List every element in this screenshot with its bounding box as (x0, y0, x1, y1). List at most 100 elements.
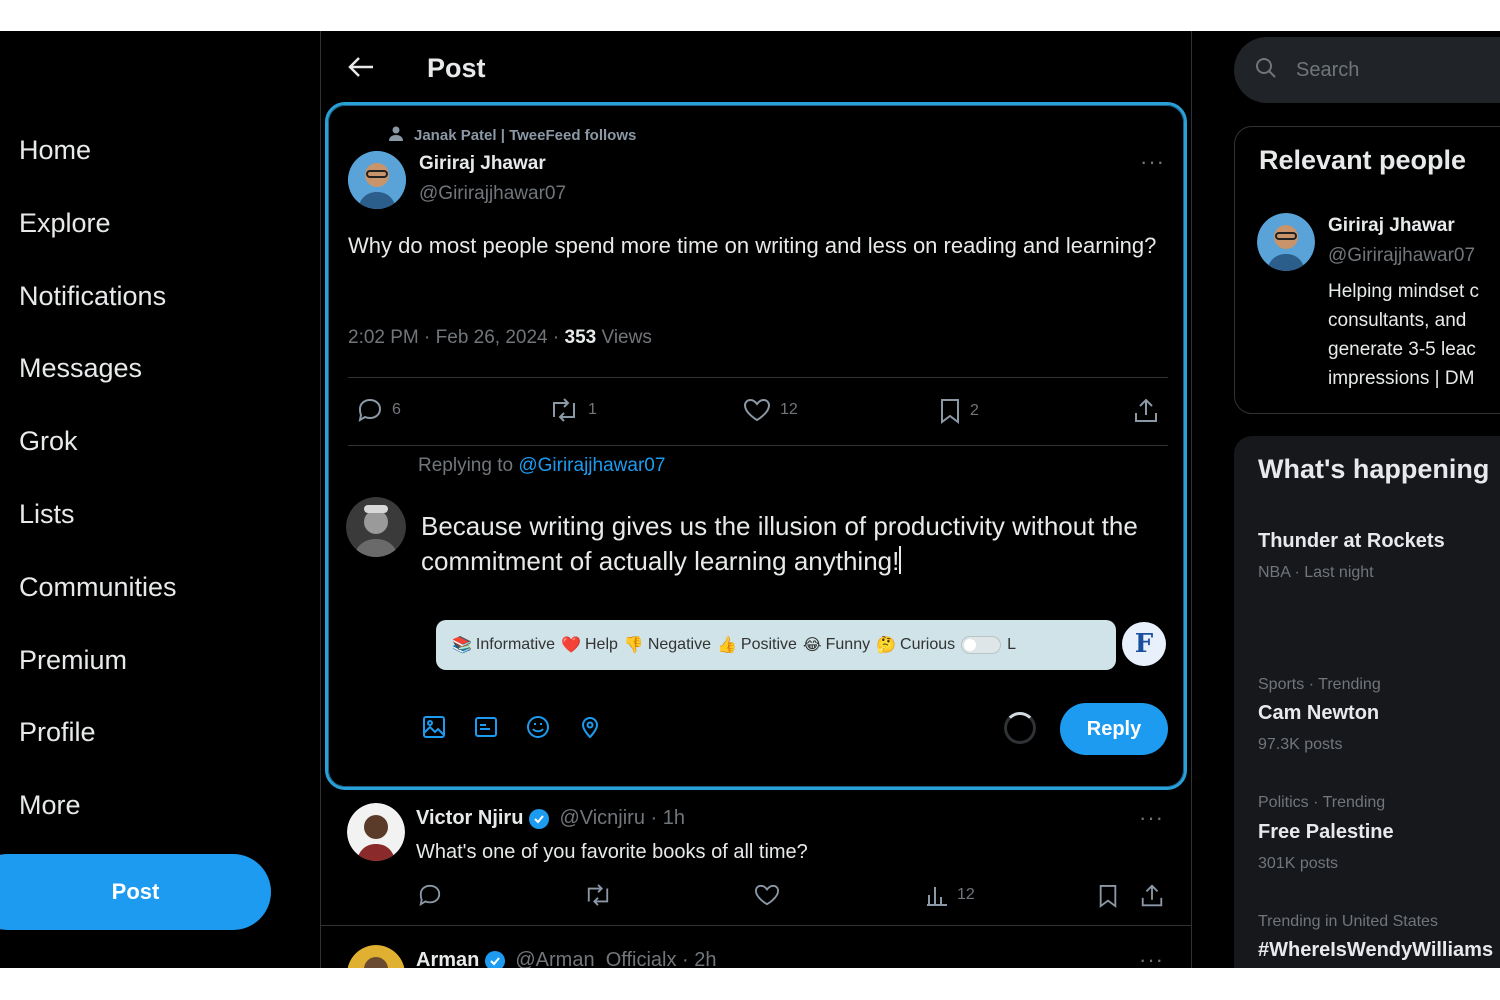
whats-happening-panel: What's happening Thunder at Rockets NBA … (1234, 436, 1500, 968)
tone-label: Curious (900, 636, 956, 653)
nav-item-messages[interactable]: Messages (19, 353, 142, 384)
verified-badge-icon (529, 808, 550, 829)
search-icon (1254, 56, 1278, 85)
trend-name: Thunder at Rockets (1258, 530, 1445, 552)
current-user-avatar[interactable] (346, 497, 406, 557)
nav-item-premium[interactable]: Premium (19, 645, 127, 676)
nav-item-profile[interactable]: Profile (19, 717, 96, 748)
post-meta: 2:02 PM · Feb 26, 2024 · 353 Views (348, 327, 652, 349)
nav-item-communities[interactable]: Communities (19, 572, 177, 603)
tone-funny[interactable]: 😂 Funny (803, 635, 870, 655)
main-column: Post Janak Patel | TweeFeed follows Giri… (320, 31, 1192, 968)
more-options-icon[interactable]: ··· (1139, 947, 1164, 968)
tone-informative[interactable]: 📚 Informative (452, 635, 555, 655)
share-icon (1141, 884, 1163, 907)
share-action[interactable] (1132, 397, 1160, 425)
page-title: Post (427, 53, 486, 83)
heart-icon (743, 398, 771, 422)
more-options-icon[interactable]: ··· (1140, 149, 1165, 175)
bookmark-action[interactable] (1097, 883, 1119, 909)
repost-count: 1 (588, 401, 597, 418)
share-action[interactable] (1139, 883, 1165, 909)
feed-post-handle[interactable]: @Vicnjiru · 1h (559, 807, 685, 830)
reply-composer-input[interactable]: Because writing gives us the illusion of… (421, 509, 1161, 579)
emoji-icon[interactable] (525, 714, 551, 740)
text-cursor (899, 546, 902, 574)
relevant-person-avatar[interactable] (1257, 213, 1315, 271)
back-arrow-icon[interactable] (347, 55, 375, 79)
tone-negative[interactable]: 👎 Negative (624, 635, 711, 655)
tone-toggle[interactable] (961, 636, 1002, 654)
author-avatar[interactable] (348, 151, 406, 209)
feed-post-text: What's one of you favorite books of all … (416, 841, 808, 863)
books-icon: 📚 (452, 637, 472, 654)
trend-context: Politics · Trending (1258, 794, 1386, 811)
nav-item-notifications[interactable]: Notifications (19, 281, 166, 312)
search-input[interactable] (1296, 58, 1496, 82)
relevant-people-title: Relevant people (1259, 145, 1467, 175)
trend-name: Cam Newton (1258, 702, 1380, 724)
feed-post-author[interactable]: Victor Njiru (416, 807, 523, 830)
location-icon[interactable] (577, 714, 603, 740)
tone-curious[interactable]: 🤔 Curious (876, 635, 955, 655)
analytics-icon (927, 887, 947, 906)
bookmark-action[interactable]: 2 (938, 397, 979, 425)
repost-action[interactable] (583, 883, 613, 907)
search-bar[interactable] (1234, 37, 1500, 103)
feed-post-avatar[interactable] (347, 803, 405, 861)
like-action[interactable]: 12 (742, 397, 798, 423)
heart-emoji-icon: ❤️ (561, 637, 581, 654)
person-icon (388, 125, 404, 145)
bookmark-count: 2 (970, 402, 979, 419)
focused-post-card: Janak Patel | TweeFeed follows Giriraj J… (325, 102, 1187, 790)
thinking-face-icon: 🤔 (876, 637, 897, 654)
bio-line: impressions | DM (1328, 368, 1475, 389)
bookmark-icon (1099, 885, 1117, 908)
feed-post[interactable]: Victor Njiru @Vicnjiru · 1h ··· What's o… (321, 791, 1191, 926)
tone-label: Negative (647, 636, 711, 653)
tone-positive[interactable]: 👍 Positive (717, 635, 797, 655)
reply-action[interactable] (417, 883, 443, 907)
nav-item-home[interactable]: Home (19, 135, 91, 166)
trend-context: Sports · Trending (1258, 676, 1381, 693)
replying-to-handle[interactable]: @Girirajjhawar07 (518, 455, 665, 476)
like-action[interactable] (753, 883, 781, 907)
thumbs-up-icon: 👍 (716, 637, 737, 654)
reply-action[interactable]: 6 (356, 397, 401, 423)
gif-icon[interactable] (473, 714, 499, 740)
bookmark-icon (941, 399, 959, 424)
relevant-person-handle[interactable]: @Girirajjhawar07 (1328, 245, 1475, 267)
tone-label: Help (584, 636, 618, 653)
trend-meta: NBA · Last night (1258, 564, 1374, 581)
views-action[interactable]: 12 (925, 883, 975, 907)
feed-post-author[interactable]: Arman (416, 949, 479, 968)
views-count: 12 (957, 886, 975, 903)
heart-icon (754, 884, 780, 906)
like-count: 12 (780, 401, 798, 418)
trend-meta: 301K posts (1258, 855, 1339, 872)
feed-post-header: Victor Njiru @Vicnjiru · 1h (416, 807, 685, 830)
tone-suffix: L (1007, 636, 1017, 653)
author-handle[interactable]: @Girirajjhawar07 (419, 183, 566, 205)
feed-post[interactable]: Arman @Arman_Officialx · 2h ··· (321, 927, 1191, 968)
repost-action[interactable]: 1 (548, 397, 597, 423)
nav-item-grok[interactable]: Grok (19, 426, 78, 457)
nav-item-explore[interactable]: Explore (19, 208, 111, 239)
tone-help[interactable]: ❤️ Help (561, 635, 618, 655)
media-icon[interactable] (421, 714, 447, 740)
tweefeed-logo-icon[interactable]: F (1122, 622, 1166, 666)
feed-post-avatar[interactable] (347, 945, 405, 968)
trend-context: Trending in United States (1258, 913, 1438, 930)
post-button[interactable]: Post (0, 854, 271, 930)
nav-item-more[interactable]: More (19, 790, 81, 821)
trend-name: Free Palestine (1258, 821, 1394, 843)
tone-selector-bar: 📚 Informative ❤️ Help 👎 Negative 👍 Positive … (436, 620, 1116, 670)
author-name[interactable]: Giriraj Jhawar (419, 153, 546, 175)
nav-item-lists[interactable]: Lists (19, 499, 75, 530)
replying-to-label: Replying to @Girirajjhawar07 (418, 455, 665, 477)
relevant-person-name[interactable]: Giriraj Jhawar (1328, 215, 1455, 237)
feed-post-handle[interactable]: @Arman_Officialx · 2h (515, 949, 716, 968)
reply-button[interactable]: Reply (1060, 703, 1168, 755)
more-options-icon[interactable]: ··· (1139, 805, 1164, 831)
post-timestamp[interactable]: 2:02 PM · Feb 26, 2024 · (348, 327, 565, 348)
